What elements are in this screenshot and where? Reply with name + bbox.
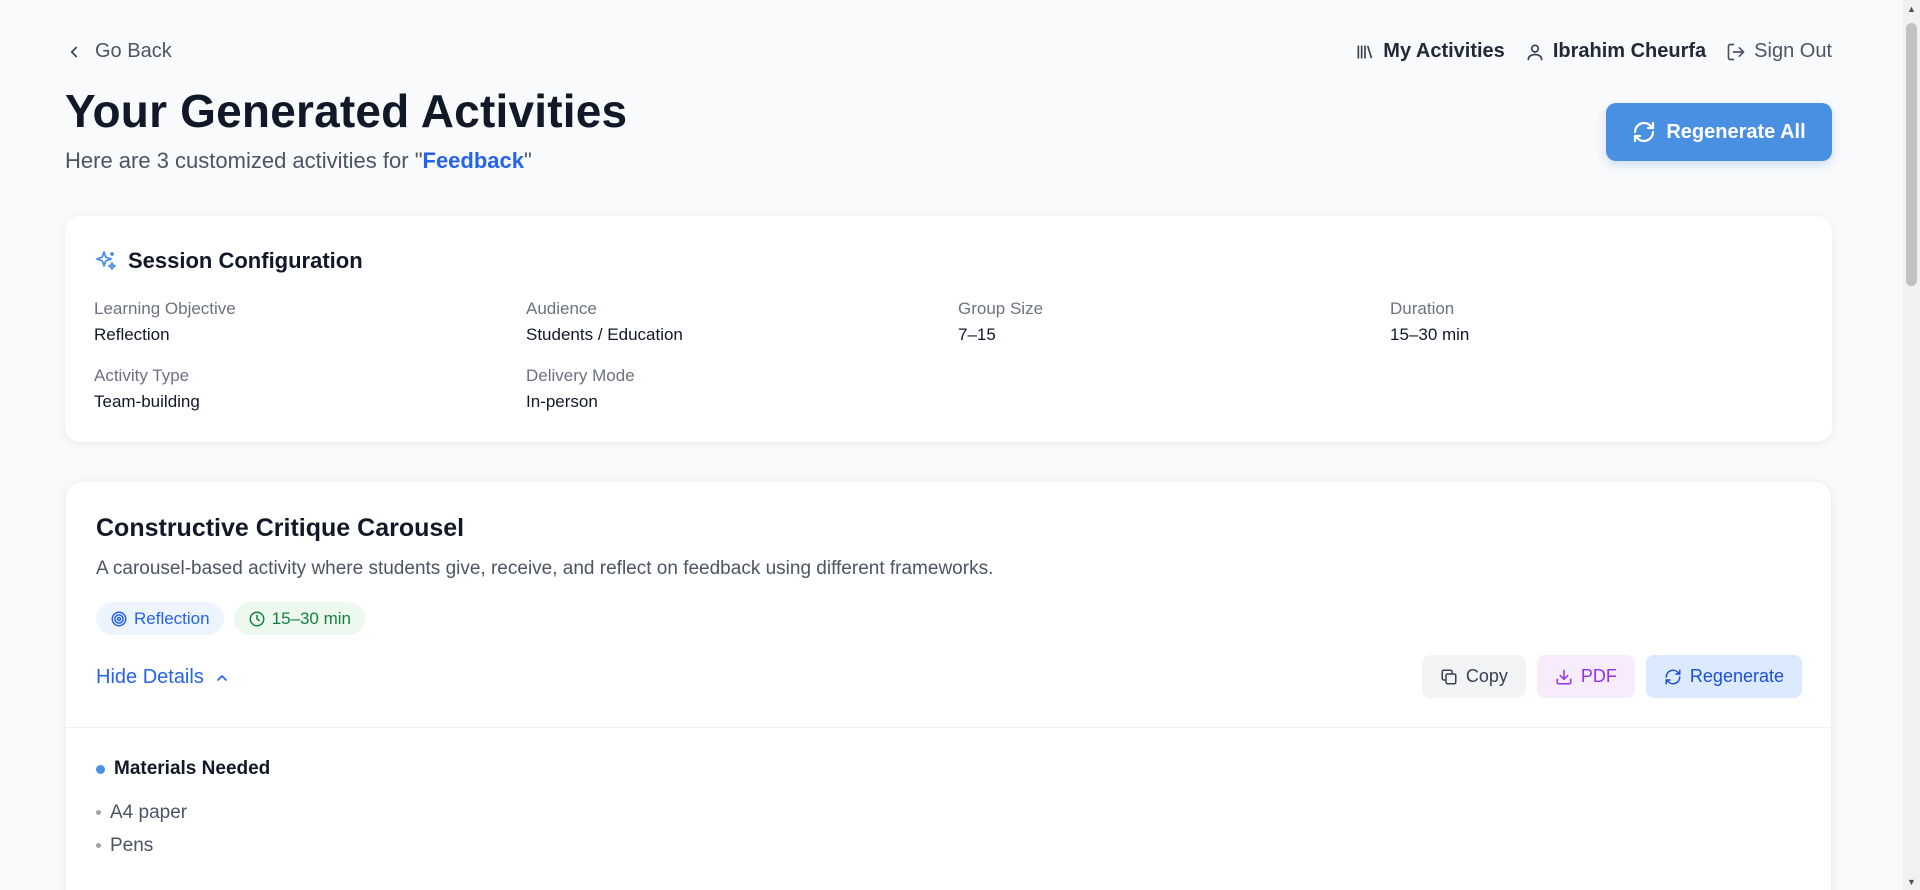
chevron-left-icon	[70, 46, 78, 57]
bullet	[96, 843, 101, 848]
sign-out-link[interactable]: Sign Out	[1726, 40, 1832, 63]
config-field-group-size: Group Size 7–15	[958, 299, 1043, 345]
download-icon	[1556, 669, 1572, 684]
hide-details-label: Hide Details	[96, 666, 204, 688]
user-name: Ibrahim Cheurfa	[1552, 40, 1707, 62]
section-dot	[96, 764, 105, 774]
field-label: Group Size	[958, 299, 1044, 318]
material-label: A4 paper	[110, 801, 188, 823]
subtitle-prefix: Here are 3 customized activities for "	[65, 148, 423, 173]
regenerate-all-button[interactable]: Regenerate All	[1606, 103, 1832, 161]
activity-actions: Copy PDF Regenerate	[1421, 655, 1802, 698]
sparkles-icon	[96, 251, 116, 270]
field-value: 15–30 min	[1390, 325, 1470, 344]
config-field-delivery-mode: Delivery Mode In-person	[526, 366, 635, 412]
page-scrollbar[interactable]: ▲ ▼	[1903, 0, 1920, 890]
field-value: Students / Education	[526, 325, 683, 344]
page-title: Your Generated Activities	[65, 85, 628, 137]
field-label: Audience	[526, 299, 597, 318]
topic-highlight: Feedback	[422, 148, 525, 173]
sign-out-label: Sign Out	[1754, 40, 1832, 62]
materials-heading-label: Materials Needed	[114, 758, 271, 779]
activity-card: Constructive Critique Carousel A carouse…	[65, 481, 1832, 890]
my-activities-link[interactable]: My Activities	[1355, 40, 1505, 63]
regenerate-button[interactable]: Regenerate	[1645, 655, 1802, 698]
field-label: Delivery Mode	[526, 366, 635, 385]
copy-button[interactable]: Copy	[1421, 655, 1526, 698]
copy-icon	[1441, 669, 1457, 684]
go-back-label: Go Back	[95, 40, 172, 62]
field-value: Team-building	[94, 392, 200, 411]
config-field-audience: Audience Students / Education	[526, 299, 683, 345]
pdf-button[interactable]: PDF	[1536, 655, 1635, 698]
field-label: Activity Type	[94, 366, 190, 385]
subtitle-suffix: "	[524, 148, 532, 173]
hide-details-toggle[interactable]: Hide Details	[96, 666, 230, 689]
target-icon	[111, 611, 127, 626]
go-back-link[interactable]: Go Back	[65, 40, 172, 63]
field-label: Learning Objective	[94, 299, 236, 318]
field-value: In-person	[526, 392, 598, 411]
scrollbar-thumb[interactable]	[1906, 23, 1917, 286]
config-heading: Session Configuration	[94, 248, 363, 274]
config-field-activity-type: Activity Type Team-building	[94, 366, 200, 412]
materials-list: A4 paper Pens	[96, 796, 187, 862]
objective-tag: Reflection	[96, 602, 224, 635]
activity-description: A carousel-based activity where students…	[96, 558, 994, 579]
duration-tag: 15–30 min	[233, 602, 365, 635]
refresh-icon	[1665, 669, 1681, 684]
bullet	[96, 810, 101, 815]
objective-tag-label: Reflection	[134, 608, 210, 628]
duration-tag-label: 15–30 min	[271, 608, 351, 628]
field-label: Duration	[1390, 299, 1455, 318]
page-subtitle: Here are 3 customized activities for "Fe…	[65, 148, 532, 174]
config-heading-label: Session Configuration	[128, 248, 363, 273]
config-field-duration: Duration 15–30 min	[1390, 299, 1469, 345]
regenerate-all-label: Regenerate All	[1666, 120, 1806, 143]
pdf-label: PDF	[1580, 666, 1617, 686]
material-label: Pens	[110, 834, 154, 856]
field-value: Reflection	[94, 325, 170, 344]
page-container: Go Back My Activities Ibrahim Cheurfa Si…	[65, 0, 1832, 890]
materials-heading: Materials Needed	[96, 758, 270, 780]
session-config-card: Session Configuration Learning Objective…	[65, 216, 1832, 442]
activity-title: Constructive Critique Carousel	[96, 514, 465, 542]
clock-icon	[249, 611, 265, 626]
list-item: A4 paper	[96, 796, 187, 829]
chevron-up-icon	[216, 674, 227, 681]
user-profile-link[interactable]: Ibrahim Cheurfa	[1525, 40, 1706, 63]
log-out-icon	[1727, 43, 1745, 60]
scroll-down-arrow[interactable]: ▼	[1903, 873, 1920, 890]
list-item: Pens	[96, 829, 187, 862]
copy-label: Copy	[1465, 666, 1508, 686]
config-field-learning-objective: Learning Objective Reflection	[94, 299, 236, 345]
activity-tags: Reflection 15–30 min	[96, 602, 365, 635]
user-icon	[1527, 44, 1543, 60]
my-activities-label: My Activities	[1383, 40, 1505, 62]
top-nav: My Activities Ibrahim Cheurfa Sign Out	[1355, 40, 1832, 63]
regenerate-label: Regenerate	[1689, 666, 1784, 686]
field-value: 7–15	[958, 325, 996, 344]
scroll-up-arrow[interactable]: ▲	[1903, 0, 1920, 17]
refresh-icon	[1634, 121, 1655, 143]
details-divider	[66, 727, 1831, 728]
library-icon	[1357, 44, 1373, 59]
